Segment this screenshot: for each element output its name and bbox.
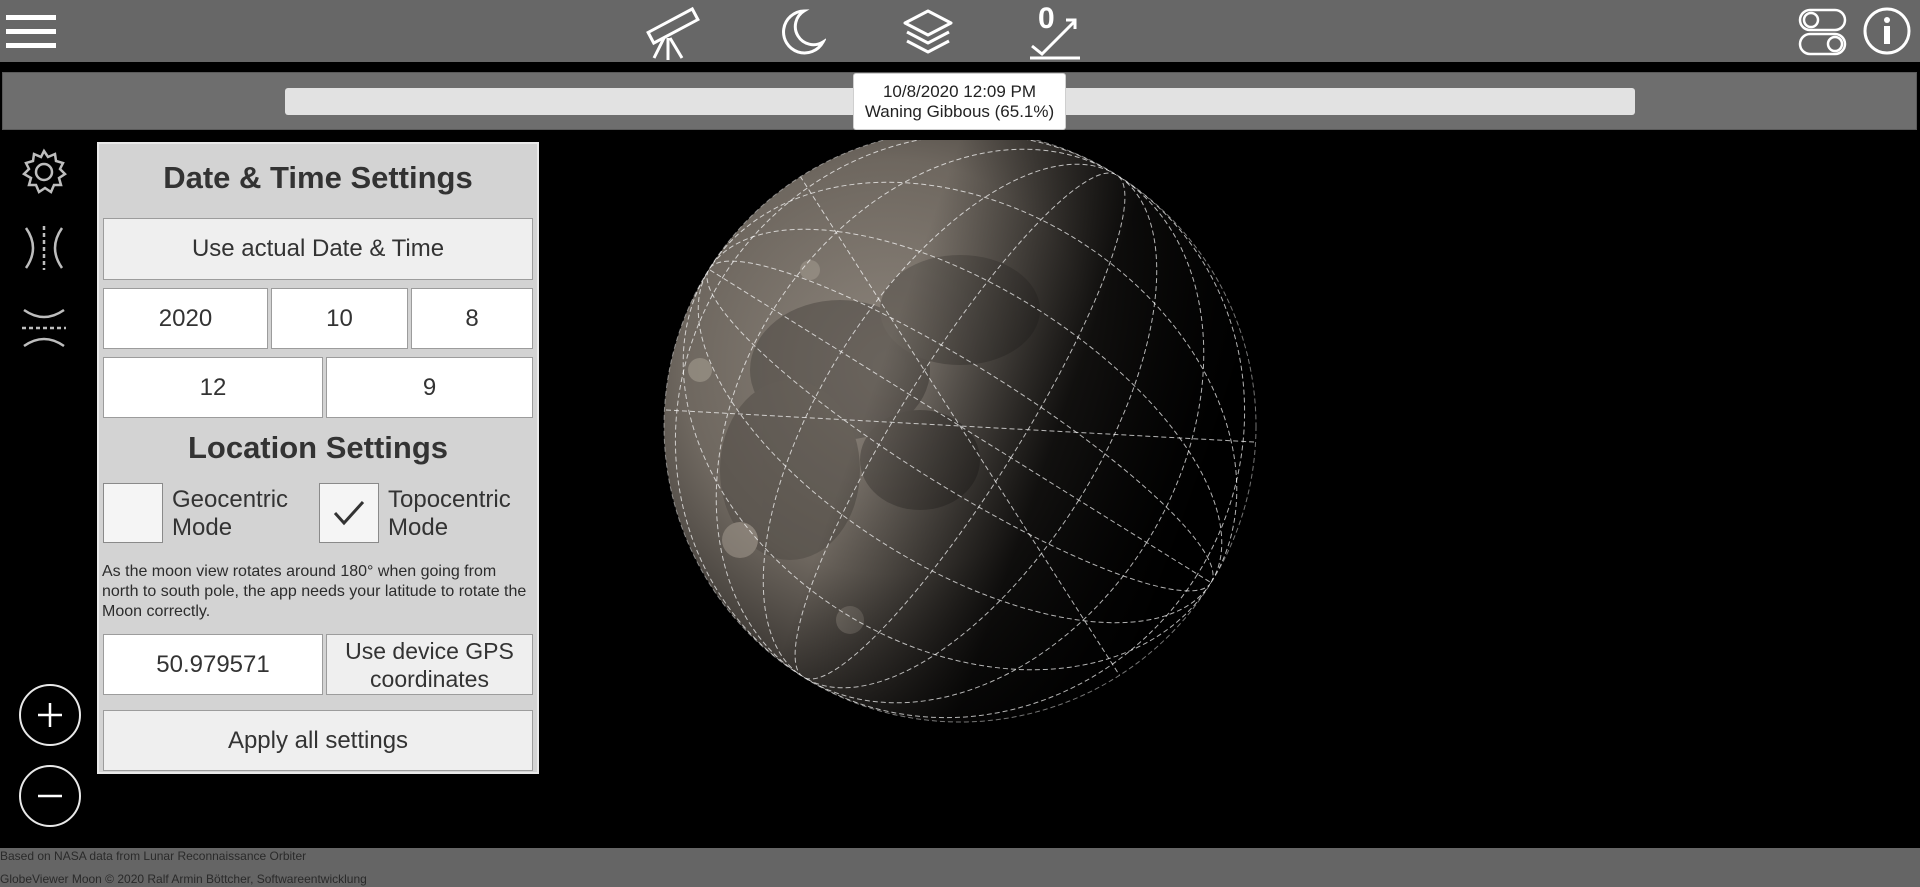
layers-icon[interactable] [902, 8, 954, 56]
footer-credit-nasa: Based on NASA data from Lunar Reconnaiss… [0, 849, 307, 863]
checkmark-icon [333, 500, 365, 526]
zoom-out-button[interactable] [19, 765, 81, 827]
top-toolbar: 0 [0, 0, 1920, 62]
settings-panel: Date & Time Settings Use actual Date & T… [97, 142, 539, 774]
footer-copyright: GlobeViewer Moon © 2020 Ralf Armin Böttc… [0, 872, 367, 886]
topocentric-checkbox[interactable] [319, 483, 379, 543]
moon-viewport[interactable] [540, 129, 1280, 740]
date-phase-tooltip[interactable]: 10/8/2020 12:09 PM Waning Gibbous (65.1%… [853, 73, 1066, 130]
date-time-settings-title: Date & Time Settings [163, 160, 473, 195]
tooltip-phase: Waning Gibbous (65.1%) [864, 102, 1055, 121]
vertical-flip-icon[interactable] [20, 304, 68, 352]
toggles-icon[interactable] [1798, 7, 1848, 57]
use-gps-button[interactable]: Use device GPS coordinates [326, 634, 533, 695]
use-actual-date-time-button[interactable]: Use actual Date & Time [103, 218, 533, 280]
horizontal-flip-icon[interactable] [20, 224, 68, 272]
latitude-info-text: As the moon view rotates around 180° whe… [102, 563, 527, 620]
svg-text:0: 0 [1038, 2, 1055, 35]
day-field[interactable]: 8 [411, 288, 533, 349]
crescent-moon-icon[interactable] [778, 8, 827, 56]
minute-field[interactable]: 9 [326, 357, 533, 418]
footer: Based on NASA data from Lunar Reconnaiss… [0, 848, 1920, 887]
moon-globe [663, 129, 1257, 723]
zero-check-icon[interactable]: 0 [1028, 2, 1082, 60]
latitude-field[interactable]: 50.979571 [103, 634, 323, 695]
hour-field[interactable]: 12 [103, 357, 323, 418]
zoom-in-button[interactable] [19, 684, 81, 746]
settings-gear-icon[interactable] [20, 148, 68, 196]
month-field[interactable]: 10 [271, 288, 408, 349]
geocentric-label: Geocentric Mode [172, 486, 289, 541]
tooltip-date-time: 10/8/2020 12:09 PM [882, 82, 1037, 101]
apply-settings-button[interactable]: Apply all settings [103, 710, 533, 771]
info-icon[interactable] [1862, 6, 1912, 56]
hamburger-menu-icon[interactable] [6, 13, 58, 51]
telescope-icon[interactable] [640, 4, 704, 60]
year-field[interactable]: 2020 [103, 288, 268, 349]
topocentric-label: Topocentric Mode [388, 486, 511, 541]
geocentric-checkbox[interactable] [103, 483, 163, 543]
location-settings-title: Location Settings [187, 430, 449, 465]
